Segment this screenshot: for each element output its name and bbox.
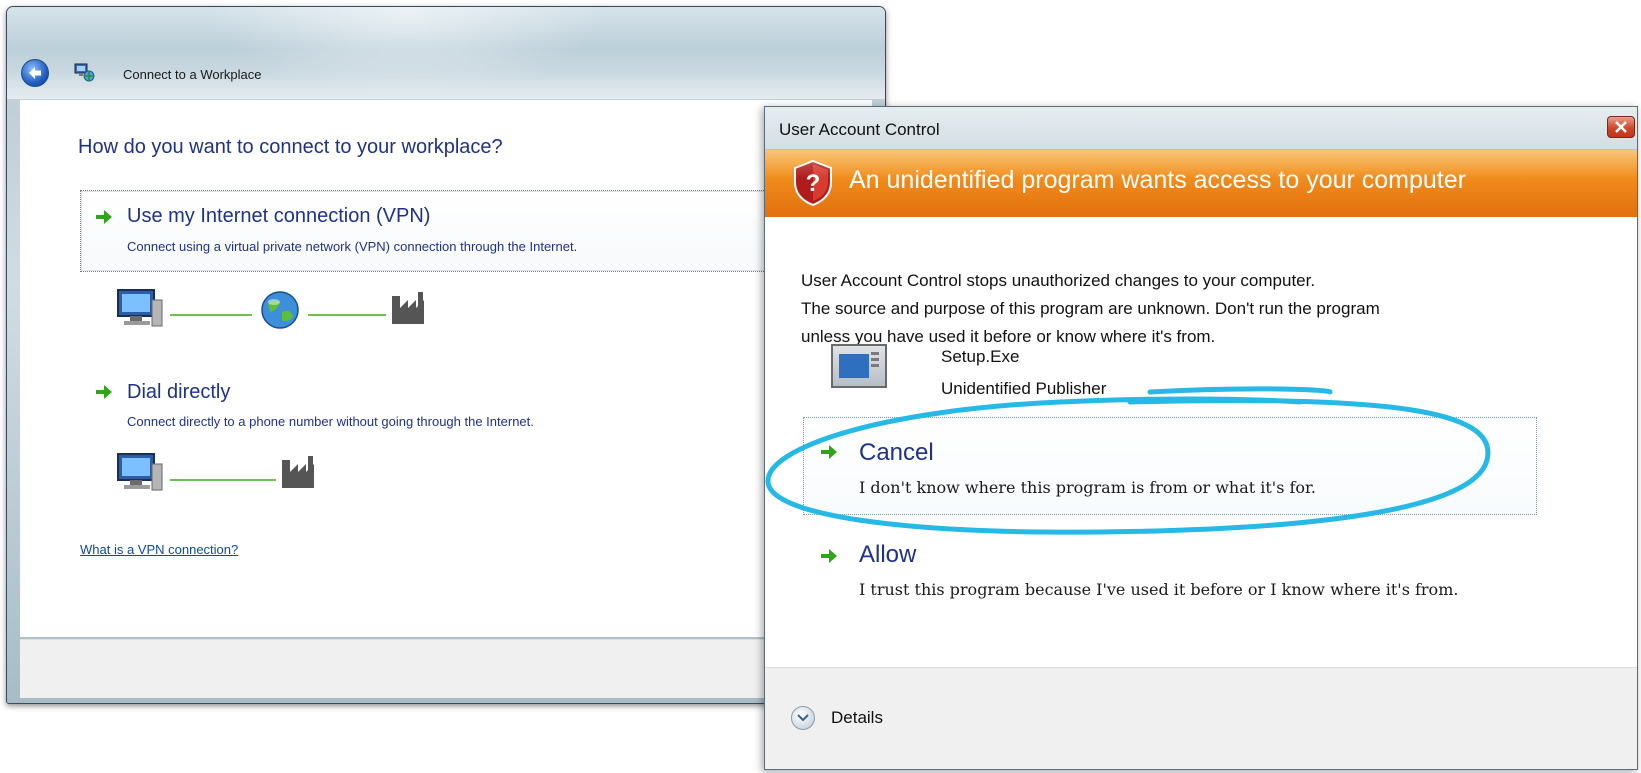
wizard-footer [20,639,872,698]
uac-banner-text: An unidentified program wants access to … [849,166,1466,194]
go-arrow-icon [96,385,112,399]
cancel-description: I don't know where this program is from … [859,478,1317,497]
page-heading: How do you want to connect to your workp… [78,136,503,158]
go-arrow-icon [821,549,837,563]
wizard-content: How do you want to connect to your workp… [20,100,872,637]
dial-option-description: Connect directly to a phone number witho… [127,414,534,429]
computer-icon [117,289,163,327]
uac-title: User Account Control [779,120,940,139]
uac-titlebar: User Account Control [765,107,1637,150]
allow-description: I trust this program because I've used i… [859,580,1459,599]
connection-line [170,314,252,316]
vpn-option-description: Connect using a virtual private network … [127,239,578,254]
close-icon [1615,121,1627,133]
program-publisher: Unidentified Publisher [941,379,1107,398]
cancel-title[interactable]: Cancel [859,439,934,467]
uac-intro-line: The source and purpose of this program a… [801,299,1380,318]
go-arrow-icon [96,210,112,224]
program-name: Setup.Exe [941,347,1020,366]
uac-intro-line: User Account Control stops unauthorized … [801,271,1316,290]
allow-button[interactable]: Allow [859,541,916,569]
network-wizard-icon [74,63,95,82]
window-chrome: Connect to a Workplace [7,7,885,99]
close-button[interactable] [1607,116,1635,138]
globe-icon [261,291,299,329]
go-arrow-icon [821,445,837,459]
uac-footer: Details [765,667,1637,769]
factory-icon [392,292,424,324]
connection-line [170,479,276,481]
connection-line [308,314,386,316]
uac-shield-icon: ? [794,160,832,206]
computer-icon [117,453,163,491]
back-arrow-icon [29,67,41,79]
vpn-option-button[interactable] [80,190,820,272]
what-is-vpn-link[interactable]: What is a VPN connection? [80,542,238,557]
uac-warning-banner: ? An unidentified program wants access t… [765,150,1637,217]
chevron-down-icon [797,714,809,722]
factory-icon [282,456,314,488]
svg-text:?: ? [806,170,821,197]
details-button[interactable] [791,706,815,730]
back-button[interactable] [21,59,49,87]
connect-workplace-window: Connect to a Workplace How do you want t… [6,6,886,704]
uac-dialog: User Account Control ? An unidentified p… [764,106,1638,770]
details-label[interactable]: Details [831,708,883,728]
window-title: Connect to a Workplace [123,67,262,82]
vpn-option-title[interactable]: Use my Internet connection (VPN) [127,205,430,228]
program-icon [831,344,887,388]
dial-option-title[interactable]: Dial directly [127,381,230,404]
